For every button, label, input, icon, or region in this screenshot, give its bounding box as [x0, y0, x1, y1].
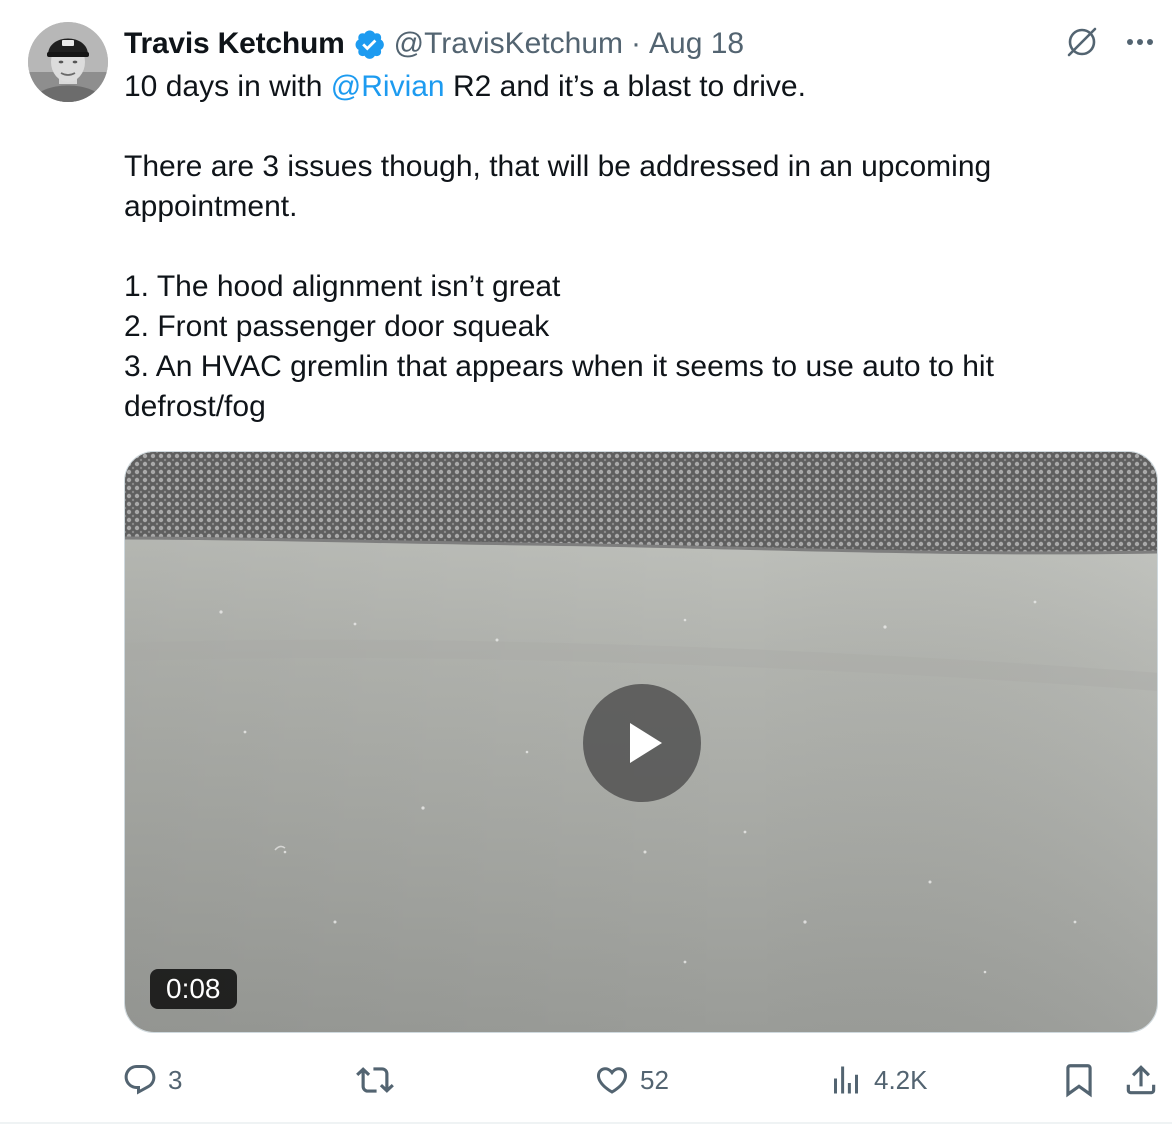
author-name[interactable]: Travis Ketchum	[124, 27, 345, 61]
play-icon	[630, 723, 662, 763]
tweet-text: 10 days in with @Rivian R2 and it’s a bl…	[124, 67, 1084, 427]
separator-dot: ·	[631, 27, 642, 60]
share-button[interactable]	[1122, 1060, 1160, 1100]
like-icon	[596, 1067, 628, 1094]
issue-item: 2. Front passenger door squeak	[124, 310, 550, 343]
views-button[interactable]: 4.2K	[828, 1060, 928, 1100]
video-player[interactable]: 0:08	[124, 451, 1158, 1033]
bookmark-icon	[1066, 1064, 1092, 1098]
share-icon	[1126, 1065, 1156, 1095]
action-bar: 3 52 4.2K	[122, 1060, 1162, 1100]
video-duration: 0:08	[150, 969, 237, 1009]
reply-icon	[124, 1065, 156, 1095]
grok-icon[interactable]	[1062, 22, 1102, 62]
verified-badge-icon[interactable]	[352, 27, 386, 61]
more-options-icon[interactable]	[1122, 24, 1158, 60]
author-handle[interactable]: @TravisKetchum	[394, 27, 623, 61]
like-button[interactable]: 52	[594, 1060, 669, 1100]
views-count: 4.2K	[874, 1064, 928, 1095]
repost-button[interactable]	[356, 1060, 404, 1100]
bookmark-button[interactable]	[1060, 1060, 1098, 1100]
tweet-header: Travis Ketchum @TravisKetchum · Aug 18	[124, 24, 744, 64]
tweet[interactable]: Travis Ketchum @TravisKetchum · Aug 18 1…	[0, 0, 1172, 1124]
issue-item: 3. An HVAC gremlin that appears when it …	[124, 350, 994, 423]
repost-icon	[356, 1067, 394, 1093]
issue-item: 1. The hood alignment isn’t great	[124, 270, 561, 303]
tweet-line-1: 10 days in with @Rivian R2 and it’s a bl…	[124, 70, 806, 103]
reply-button[interactable]: 3	[122, 1060, 182, 1100]
top-actions	[1062, 22, 1158, 62]
views-icon	[834, 1066, 858, 1094]
avatar[interactable]	[28, 22, 108, 102]
mention-link[interactable]: @Rivian	[331, 70, 445, 103]
play-button[interactable]	[583, 684, 701, 802]
tweet-paragraph-2: There are 3 issues though, that will be …	[124, 150, 992, 223]
avatar-image	[28, 22, 108, 102]
timestamp[interactable]: Aug 18	[649, 27, 744, 61]
like-count: 52	[640, 1064, 669, 1095]
reply-count: 3	[168, 1064, 183, 1095]
